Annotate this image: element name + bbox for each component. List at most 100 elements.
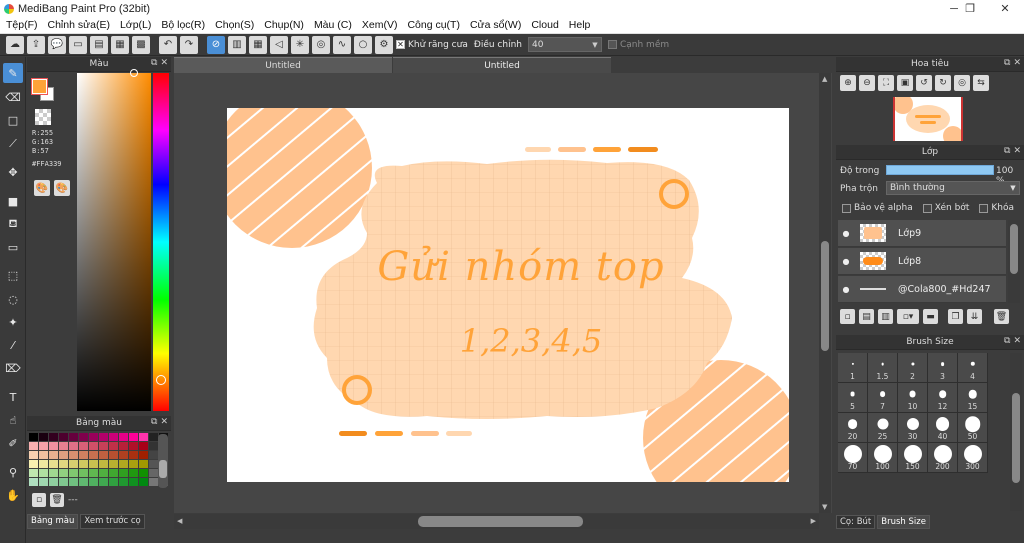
palette-swatch[interactable] (49, 451, 58, 459)
close-panel-icon[interactable]: ✕ (160, 417, 168, 427)
close-button[interactable]: ✕ (988, 0, 1022, 17)
close-panel-icon[interactable]: ✕ (1013, 146, 1021, 156)
popout-icon[interactable]: ⧉ (151, 58, 157, 68)
palette-swatch[interactable] (49, 460, 58, 468)
palette-swatch[interactable] (99, 451, 108, 459)
tab-brush-preview[interactable]: Xem trước cọ (80, 514, 145, 529)
circle-snap-icon[interactable]: ○ (354, 35, 372, 54)
saturation-value-picker[interactable] (77, 73, 151, 411)
palette-swatch[interactable] (39, 433, 48, 441)
brush-size-scrollbar[interactable] (1010, 353, 1022, 511)
palette-swatch[interactable] (119, 460, 128, 468)
palette-swatch[interactable] (139, 442, 148, 450)
close-panel-icon[interactable]: ✕ (1013, 58, 1021, 68)
palette-swatch[interactable] (99, 478, 108, 486)
brush-size-cell[interactable]: 1.5 (868, 353, 898, 383)
palette-swatch[interactable] (49, 469, 58, 477)
palette-swatch-grid[interactable] (29, 433, 168, 486)
palette-swatch[interactable] (59, 478, 68, 486)
close-panel-icon[interactable]: ✕ (1013, 336, 1021, 346)
palette-swatch[interactable] (39, 451, 48, 459)
brush-size-cell[interactable]: 50 (958, 413, 988, 443)
palette-swatch[interactable] (69, 442, 78, 450)
palette-swatch[interactable] (139, 469, 148, 477)
palette-swatch[interactable] (109, 460, 118, 468)
merge-layer-icon[interactable]: ⇊ (967, 309, 982, 324)
brush-size-cell[interactable]: 20 (838, 413, 868, 443)
palette-swatch[interactable] (69, 478, 78, 486)
actual-size-icon[interactable]: ▣ (897, 75, 913, 91)
soft-edge-checkbox[interactable] (607, 40, 617, 49)
palette-swatch[interactable] (99, 442, 108, 450)
hue-slider[interactable] (153, 73, 169, 411)
palette-swatch[interactable] (79, 460, 88, 468)
cloud-icon[interactable]: ☁ (6, 35, 24, 54)
brush-size-cell[interactable]: 150 (898, 443, 928, 473)
palette-swatch[interactable] (59, 442, 68, 450)
palette-swatch[interactable] (49, 478, 58, 486)
brush-size-cell[interactable]: 100 (868, 443, 898, 473)
brush-size-cell[interactable]: 300 (958, 443, 988, 473)
palette-swatch[interactable] (59, 460, 68, 468)
layer-row[interactable]: ● Lớp8 (838, 248, 1006, 275)
magic-wand-tool-icon[interactable]: ✦ (3, 312, 23, 332)
hand-tool-icon[interactable]: ✋ (3, 485, 23, 505)
brush-tool-icon[interactable]: ✎ (3, 63, 23, 83)
undo-icon[interactable]: ↶ (159, 35, 177, 54)
delete-layer-icon[interactable]: 🗑 (994, 309, 1009, 324)
palette-swatch[interactable] (79, 433, 88, 441)
adjust-select[interactable]: 40 ▼ (527, 37, 602, 52)
brush-size-cell[interactable]: 3 (928, 353, 958, 383)
brush-size-cell[interactable]: 70 (838, 443, 868, 473)
palette-swatch[interactable] (69, 451, 78, 459)
palette-swatch[interactable] (149, 469, 158, 477)
text-tool-icon[interactable]: T (3, 387, 23, 407)
rect-tool-icon[interactable]: □ (3, 110, 23, 130)
palette-icon[interactable]: 🎨 (34, 180, 50, 196)
tab-brush-size[interactable]: Brush Size (877, 515, 930, 529)
navigator-preview[interactable] (893, 97, 963, 141)
page-icon[interactable]: ▤ (90, 35, 108, 54)
canvas-area[interactable]: Gửi nhóm top 1,2,3,4,5 (174, 73, 832, 513)
rotate-right-icon[interactable]: ↻ (935, 75, 951, 91)
palette-swatch[interactable] (69, 433, 78, 441)
share-icon[interactable]: ⇪ (27, 35, 45, 54)
palette-swatch[interactable] (39, 478, 48, 486)
palette-swatch[interactable] (129, 460, 138, 468)
palette-swatch[interactable] (69, 469, 78, 477)
page-list-icon[interactable]: ▦ (111, 35, 129, 54)
palette-swatch[interactable] (129, 478, 138, 486)
palette-add-icon[interactable]: 🎨 (54, 180, 70, 196)
palette-swatch[interactable] (139, 433, 148, 441)
lasso-tool-icon[interactable]: ◌ (3, 289, 23, 309)
palette-swatch[interactable] (29, 433, 38, 441)
brush-size-cell[interactable]: 25 (868, 413, 898, 443)
palette-swatch[interactable] (139, 460, 148, 468)
palette-swatch[interactable] (129, 451, 138, 459)
palette-swatch[interactable] (79, 442, 88, 450)
operation-tool-icon[interactable]: ☝ (3, 410, 23, 430)
layer-scrollbar[interactable] (1008, 220, 1020, 303)
palette-swatch[interactable] (49, 442, 58, 450)
palette-swatch[interactable] (89, 433, 98, 441)
palette-swatch[interactable] (119, 478, 128, 486)
palette-swatch[interactable] (59, 469, 68, 477)
gradient-tool-icon[interactable]: ▭ (3, 237, 23, 257)
divide-tool-icon[interactable]: ✐ (3, 433, 23, 453)
palette-swatch[interactable] (89, 460, 98, 468)
menu-file[interactable]: Tệp(F) (0, 19, 43, 31)
snap-off-icon[interactable]: ⊘ (207, 35, 225, 54)
layer-row[interactable]: ● Lớp9 (838, 220, 1006, 247)
palette-swatch[interactable] (29, 469, 38, 477)
tab-palette[interactable]: Bảng màu (27, 514, 79, 529)
eraser-tool-icon[interactable]: ⌫ (3, 87, 23, 107)
transparent-color-swatch[interactable] (35, 109, 51, 125)
lock-option[interactable]: Khóa (979, 203, 1014, 213)
brush-size-cell[interactable]: 200 (928, 443, 958, 473)
add-layer-menu-icon[interactable]: ▫▾ (897, 309, 919, 324)
palette-swatch[interactable] (29, 442, 38, 450)
move-tool-icon[interactable]: ✥ (3, 162, 23, 182)
new-8bit-layer-icon[interactable]: ▥ (878, 309, 893, 324)
reset-view-icon[interactable]: ◎ (954, 75, 970, 91)
grid-snap-icon[interactable]: ▦ (249, 35, 267, 54)
